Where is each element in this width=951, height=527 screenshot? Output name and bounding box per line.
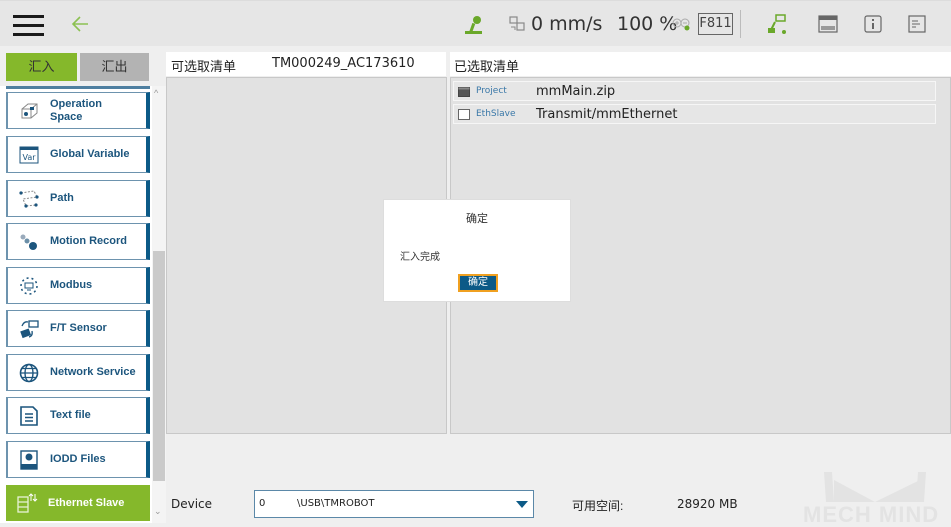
category-label: Network Service (50, 366, 136, 378)
back-arrow-icon[interactable] (68, 12, 92, 36)
available-device-id: TM000249_AC173610 (272, 56, 415, 71)
watermark-text: MECH MIND (803, 502, 940, 527)
top-bar: 0 mm/s 100 % F811 (0, 0, 951, 46)
category-iodd-files[interactable]: IODD Files (6, 441, 150, 478)
category-label: F/T Sensor (50, 322, 107, 334)
category-label: Operation Space (50, 97, 102, 123)
svg-text:Var: Var (22, 153, 36, 162)
display-panel-icon[interactable] (818, 15, 838, 33)
category-label: Modbus (50, 279, 93, 291)
project-folder-icon (458, 86, 470, 97)
selected-list-label: 已选取清单 (454, 60, 520, 75)
selected-item[interactable]: EthSlave Transmit/mmEthernet (453, 104, 936, 124)
category-ethernet-slave[interactable]: Ethernet Slave (6, 485, 150, 521)
modbus-icon (18, 275, 40, 297)
available-list-label: 可选取清单 (171, 60, 237, 75)
iodd-files-icon (18, 449, 40, 471)
selected-item[interactable]: Project mmMain.zip (453, 81, 936, 101)
selected-list-header (450, 52, 951, 76)
category-list-top-border (6, 86, 150, 89)
chevron-down-icon[interactable] (516, 501, 528, 508)
category-text-file[interactable]: Text file (6, 397, 150, 434)
motion-record-icon (18, 231, 40, 253)
category-motion-record[interactable]: Motion Record (6, 223, 150, 260)
category-operation-space[interactable]: Operation Space (6, 92, 150, 129)
path-icon (18, 188, 40, 210)
device-label: Device (171, 497, 213, 511)
app-window: 0 mm/s 100 % F811 汇入 汇出 ^ ⌄ Operation Sp… (0, 0, 951, 527)
category-network-service[interactable]: Network Service (6, 354, 150, 391)
device-select[interactable]: 0 \USB\TMROBOT (254, 490, 534, 518)
confirm-dialog: 确定 汇入完成 确定 (383, 199, 571, 302)
tab-export[interactable]: 汇出 (80, 53, 149, 81)
selected-item-type: EthSlave (476, 109, 516, 119)
info-icon[interactable] (864, 15, 882, 33)
category-global-variable[interactable]: Var Global Variable (6, 136, 150, 173)
selected-item-type: Project (476, 86, 507, 96)
text-file-icon (18, 405, 40, 427)
zoom-plus-minus-icon[interactable] (672, 16, 694, 32)
speed-percent: 100 % (617, 1, 677, 47)
category-ft-sensor[interactable]: F/T Sensor (6, 310, 150, 347)
speed-percent-value: 100 % (617, 13, 678, 35)
category-label: Global Variable (50, 148, 130, 160)
dialog-message: 汇入完成 (400, 252, 440, 263)
free-space-label: 可用空间: (572, 499, 624, 513)
scroll-down-icon[interactable]: ⌄ (154, 506, 162, 517)
robot-arm-icon[interactable] (463, 14, 485, 36)
ft-sensor-icon (18, 318, 40, 340)
category-label: Path (50, 192, 74, 204)
category-scrollbar-thumb[interactable] (153, 251, 165, 481)
dialog-title: 确定 (466, 213, 488, 225)
category-label: IODD Files (50, 453, 106, 465)
speed-readout: 0 mm/s (531, 1, 602, 47)
robot-connection-icon[interactable] (766, 13, 790, 35)
scroll-up-icon[interactable]: ^ (154, 88, 158, 98)
station-code-badge[interactable]: F811 (698, 13, 733, 35)
device-index: 0 (259, 498, 266, 509)
file-icon (458, 108, 470, 120)
log-icon[interactable] (908, 15, 926, 33)
hamburger-icon[interactable] (13, 15, 45, 37)
speed-mode-icon (509, 16, 525, 31)
toolbar-divider (740, 10, 741, 38)
tab-import[interactable]: 汇入 (6, 53, 77, 81)
category-modbus[interactable]: Modbus (6, 267, 150, 304)
operation-space-icon (18, 100, 40, 122)
dialog-ok-button[interactable]: 确定 (458, 274, 498, 292)
global-variable-icon: Var (18, 144, 40, 166)
device-path: \USB\TMROBOT (297, 498, 375, 509)
category-label: Motion Record (50, 235, 127, 247)
speed-value: 0 mm/s (531, 13, 603, 35)
category-path[interactable]: Path (6, 180, 150, 217)
selected-item-name: Transmit/mmEthernet (536, 106, 678, 122)
ethernet-slave-icon (16, 492, 38, 514)
category-label: Ethernet Slave (48, 496, 125, 509)
selected-item-name: mmMain.zip (536, 83, 616, 99)
free-space-value: 28920 MB (677, 497, 738, 511)
network-service-icon (18, 362, 40, 384)
category-label: Text file (50, 409, 91, 421)
